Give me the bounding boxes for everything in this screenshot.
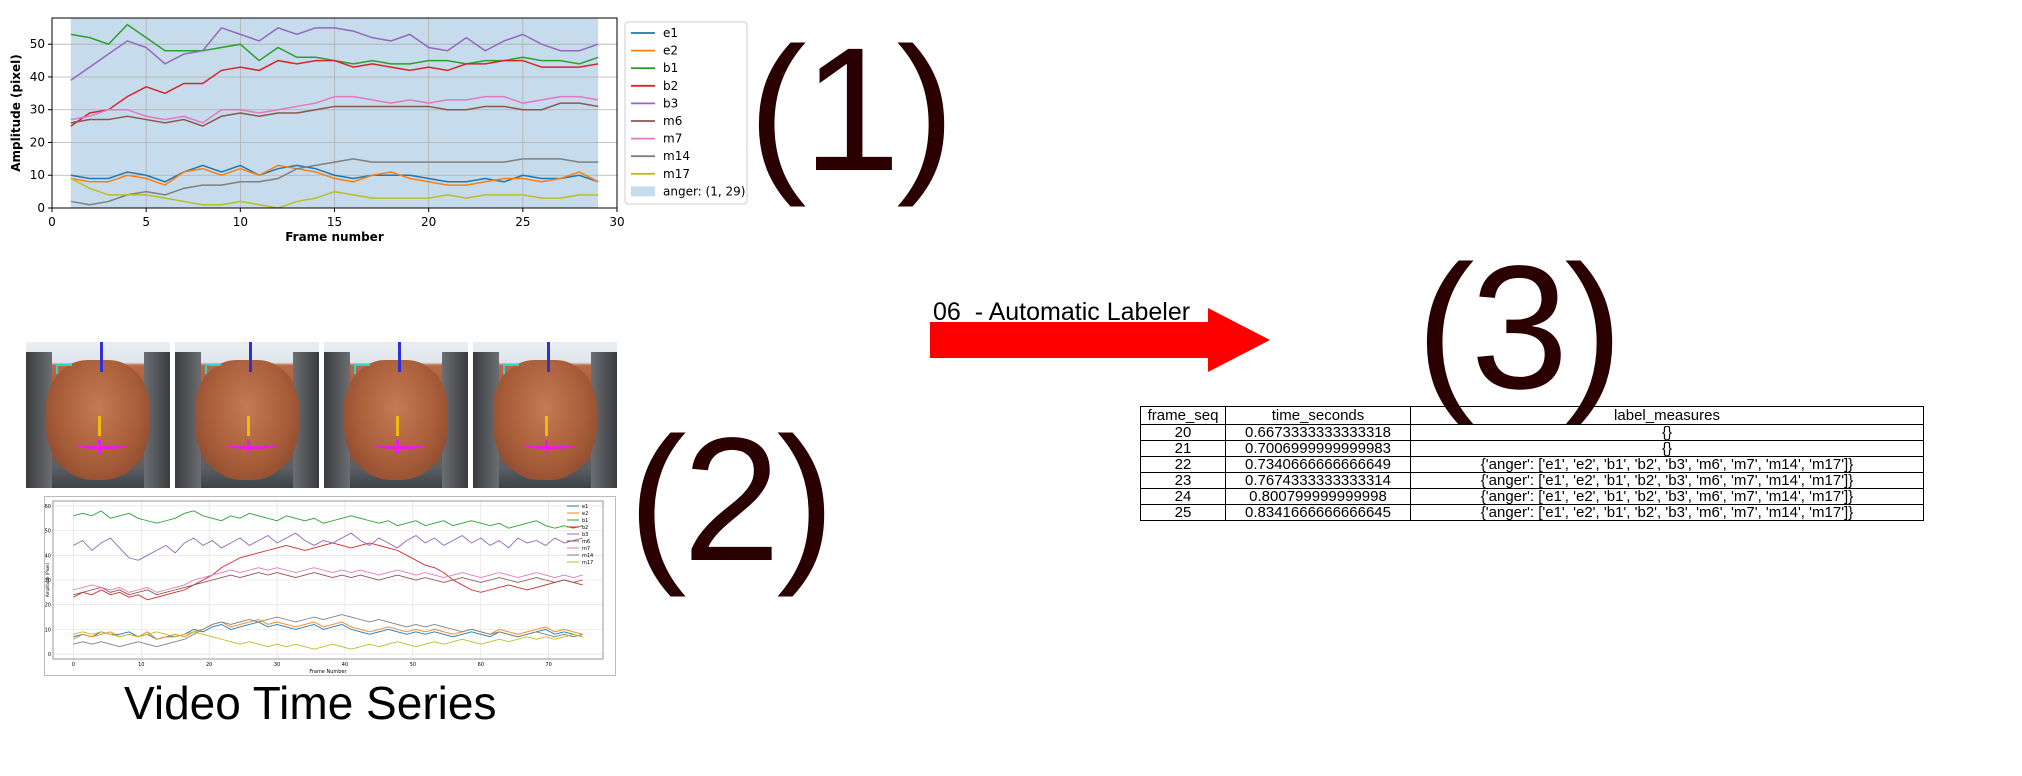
table-row: 23 0.7674333333333314 {'anger': ['e1', '… bbox=[1140, 472, 1924, 489]
legend-label: m6 bbox=[582, 539, 590, 545]
legend-swatch bbox=[631, 186, 655, 197]
y-tick-label: 10 bbox=[30, 168, 45, 182]
legend-label: b2 bbox=[582, 525, 588, 531]
table-cell: {} bbox=[1410, 440, 1924, 457]
y-tick-label: 20 bbox=[30, 135, 45, 149]
x-axis-label: Frame Number bbox=[309, 669, 347, 675]
table-cell: {'anger': ['e1', 'e2', 'b1', 'b2', 'b3',… bbox=[1410, 456, 1924, 473]
x-tick-label: 70 bbox=[545, 662, 551, 668]
panel-label-3: (3) bbox=[1416, 230, 1623, 426]
y-tick-label: 10 bbox=[45, 627, 51, 633]
column-header: label_measures bbox=[1410, 406, 1924, 425]
x-tick-label: 50 bbox=[410, 662, 416, 668]
y-tick-label: 50 bbox=[30, 37, 45, 51]
x-tick-label: 10 bbox=[233, 215, 248, 229]
arrow-label: 06 - Automatic Labeler bbox=[933, 298, 1191, 326]
table-cell: 0.8341666666666645 bbox=[1225, 504, 1411, 521]
legend-label: anger: (1, 29) bbox=[663, 184, 745, 198]
table-header-row: frame_seq time_seconds label_measures bbox=[1140, 406, 1924, 425]
amplitude-chart: 0 5 10 15 20 25 30 0 10 20 30 40 50 Frame number Ampli… bbox=[9, 17, 748, 244]
face-frame-1 bbox=[26, 342, 170, 488]
legend-label: b3 bbox=[582, 532, 588, 538]
series-line-m14 bbox=[73, 614, 583, 648]
x-tick-label: 40 bbox=[342, 662, 348, 668]
table-row: 21 0.7006999999999983 {} bbox=[1140, 440, 1924, 457]
x-tick-label: 10 bbox=[138, 662, 144, 668]
table-cell: 25 bbox=[1140, 504, 1226, 521]
series-line-b3 bbox=[73, 532, 583, 561]
table-row: 25 0.8341666666666645 {'anger': ['e1', '… bbox=[1140, 504, 1924, 521]
column-header: frame_seq bbox=[1140, 406, 1226, 425]
legend-label: m14 bbox=[663, 149, 690, 163]
table-cell: 0.800799999999998 bbox=[1225, 488, 1411, 505]
table-cell: 20 bbox=[1140, 424, 1226, 441]
x-axis-label: Frame number bbox=[285, 230, 384, 244]
legend-label: m14 bbox=[582, 553, 593, 559]
legend-label: m6 bbox=[663, 114, 682, 128]
y-tick-label: 20 bbox=[45, 603, 51, 609]
table-cell: 21 bbox=[1140, 440, 1226, 457]
table-row: 22 0.7340666666666649 {'anger': ['e1', '… bbox=[1140, 456, 1924, 473]
x-tick-label: 30 bbox=[609, 215, 624, 229]
legend-label: m17 bbox=[663, 167, 690, 181]
table-cell: {'anger': ['e1', 'e2', 'b1', 'b2', 'b3',… bbox=[1410, 488, 1924, 505]
table-cell: 0.7006999999999983 bbox=[1225, 440, 1411, 457]
panel-label-1: (1) bbox=[748, 12, 955, 208]
table-row: 20 0.6673333333333318 {} bbox=[1140, 424, 1924, 441]
x-tick-label: 20 bbox=[206, 662, 212, 668]
table-cell: 24 bbox=[1140, 488, 1226, 505]
series-line-m6 bbox=[73, 572, 583, 596]
table-cell: 22 bbox=[1140, 456, 1226, 473]
face-frame-4 bbox=[473, 342, 617, 488]
y-axis-label: Amplitude (pixel) bbox=[9, 54, 23, 171]
table-cell: {'anger': ['e1', 'e2', 'b1', 'b2', 'b3',… bbox=[1410, 472, 1924, 489]
legend-label: m7 bbox=[663, 132, 682, 146]
x-tick-label: 25 bbox=[515, 215, 530, 229]
panel-label-2: (2) bbox=[628, 402, 835, 598]
series-line-m17 bbox=[73, 631, 583, 650]
x-tick-label: 15 bbox=[327, 215, 342, 229]
series-line-e1 bbox=[73, 621, 583, 640]
y-tick-label: 30 bbox=[30, 103, 45, 117]
face-frame-3 bbox=[324, 342, 468, 488]
legend-label: b3 bbox=[663, 96, 678, 110]
x-tick-label: 5 bbox=[142, 215, 150, 229]
y-tick-label: 40 bbox=[45, 553, 51, 559]
legend-label: b1 bbox=[582, 518, 588, 524]
legend-label: e1 bbox=[582, 504, 588, 510]
table-cell: 0.7340666666666649 bbox=[1225, 456, 1411, 473]
y-tick-label: 0 bbox=[48, 652, 51, 658]
x-tick-label: 0 bbox=[72, 662, 75, 668]
table-cell: 0.6673333333333318 bbox=[1225, 424, 1411, 441]
column-header: time_seconds bbox=[1225, 406, 1411, 425]
video-time-series-chart: 0 10 20 30 40 50 60 700102030405060Frame Number… bbox=[44, 496, 616, 676]
legend-label: b2 bbox=[663, 79, 678, 93]
table-row: 24 0.800799999999998 {'anger': ['e1', 'e… bbox=[1140, 488, 1924, 505]
x-tick-label: 60 bbox=[478, 662, 484, 668]
table-cell: {'anger': ['e1', 'e2', 'b1', 'b2', 'b3',… bbox=[1410, 504, 1924, 521]
legend-label: b1 bbox=[663, 61, 678, 75]
x-tick-label: 30 bbox=[274, 662, 280, 668]
y-tick-label: 60 bbox=[45, 504, 51, 510]
legend-label: m17 bbox=[582, 560, 593, 566]
y-tick-label: 40 bbox=[30, 70, 45, 84]
y-axis-label: Amplitude (Pixel) bbox=[45, 562, 50, 597]
face-frame-2 bbox=[175, 342, 319, 488]
y-tick-label: 0 bbox=[37, 201, 45, 215]
legend-label: e2 bbox=[582, 511, 588, 517]
legend-label: e1 bbox=[663, 26, 678, 40]
table-cell: 23 bbox=[1140, 472, 1226, 489]
table-cell: 0.7674333333333314 bbox=[1225, 472, 1411, 489]
table-cell: {} bbox=[1410, 424, 1924, 441]
x-tick-label: 0 bbox=[48, 215, 56, 229]
legend-label: e2 bbox=[663, 44, 678, 58]
series-line-b1 bbox=[73, 510, 583, 529]
label-table: frame_seq time_seconds label_measures 20… bbox=[1140, 406, 1924, 521]
y-tick-label: 50 bbox=[45, 529, 51, 535]
x-tick-label: 20 bbox=[421, 215, 436, 229]
video-time-series-caption: Video Time Series bbox=[124, 677, 497, 729]
legend-label: m7 bbox=[582, 546, 590, 552]
